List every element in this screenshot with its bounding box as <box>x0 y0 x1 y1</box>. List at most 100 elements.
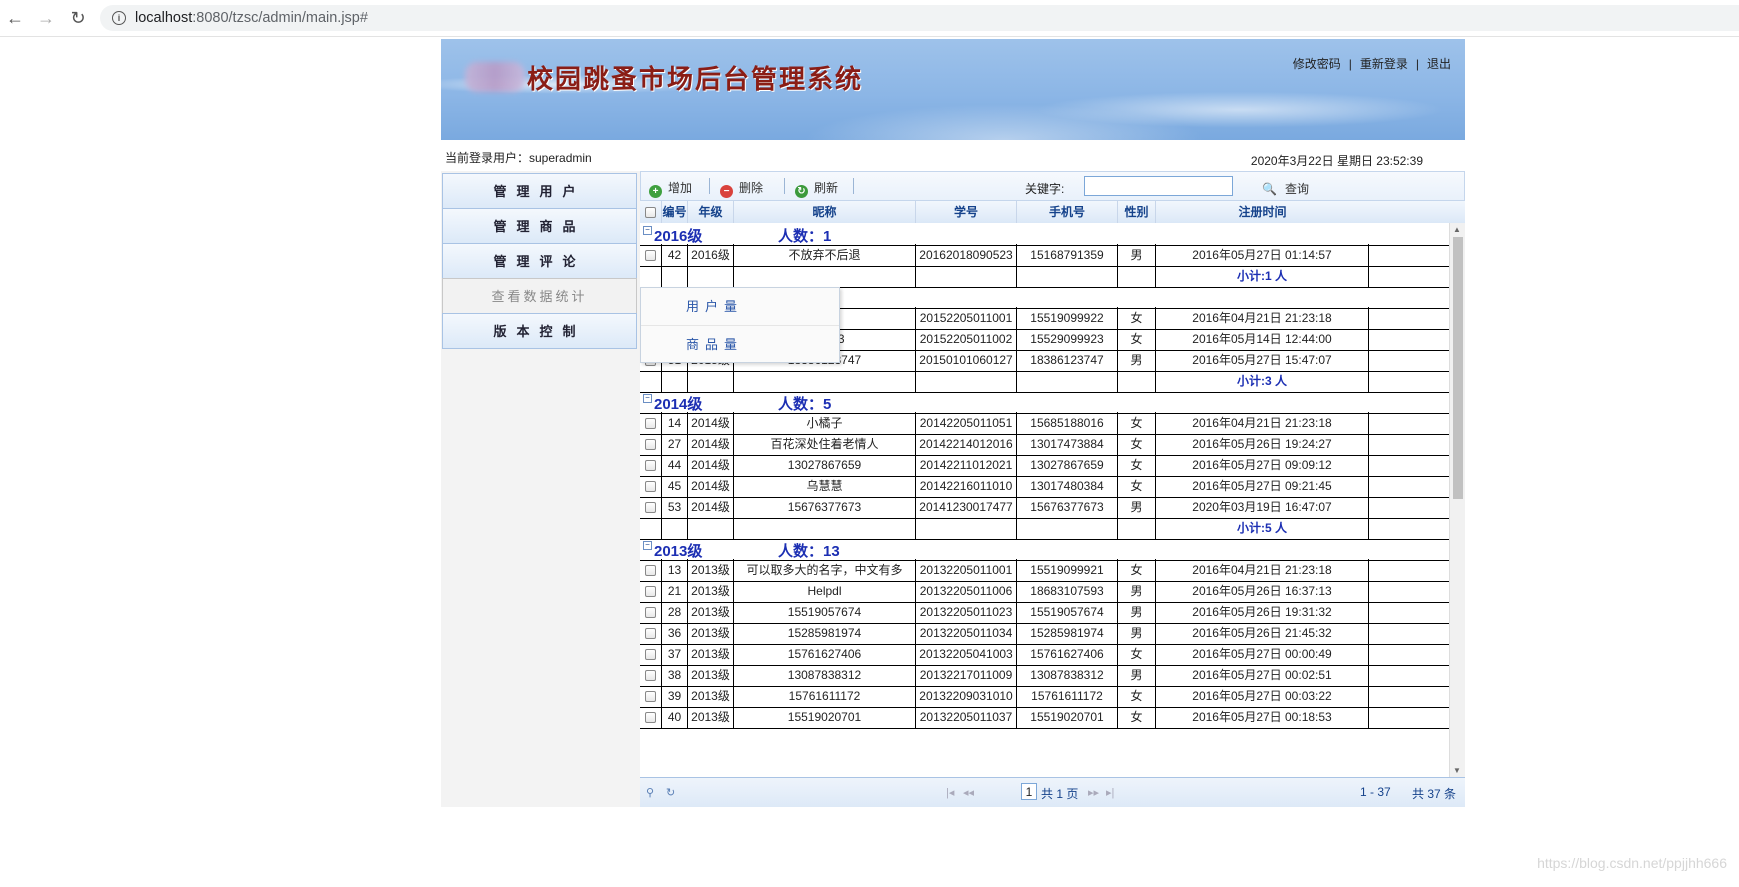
column-header[interactable]: 年级 <box>688 201 734 223</box>
table-cell: 2016级 <box>688 244 734 266</box>
checkbox-icon <box>645 439 656 451</box>
row-checkbox[interactable] <box>640 559 662 581</box>
first-page-icon[interactable]: |◂ <box>946 786 954 799</box>
search-icon[interactable]: ⚲ <box>646 786 654 799</box>
table-row[interactable]: 45 2014级 乌慧慧 20142216011010 13017480384 女 2016… <box>640 475 1449 498</box>
row-checkbox[interactable] <box>640 496 662 518</box>
sidebar-item-version-control[interactable]: 版本控制 <box>442 313 637 349</box>
submenu-item-goods-count[interactable]: 商品量 <box>641 326 839 363</box>
table-cell: 42 <box>662 244 688 266</box>
collapse-icon[interactable]: − <box>643 394 652 403</box>
row-checkbox[interactable] <box>640 580 662 602</box>
scroll-down-icon[interactable]: ▼ <box>1453 766 1461 775</box>
add-button[interactable]: + 增加 <box>649 179 692 198</box>
submenu-item-user-count[interactable]: 用户量 <box>641 288 839 326</box>
row-checkbox[interactable] <box>640 664 662 686</box>
collapse-icon[interactable]: − <box>643 226 652 235</box>
page-number-input[interactable]: 1 <box>1021 783 1037 800</box>
sidebar-item-statistics[interactable]: 查看数据统计 <box>442 278 637 314</box>
collapse-icon[interactable]: − <box>643 541 652 550</box>
search-button[interactable]: 🔍 查询 <box>1262 180 1309 197</box>
url-text[interactable]: localhost:8080/tzsc/admin/main.jsp# <box>135 10 368 26</box>
table-row[interactable]: 13 2013级 可以取多大的名字，中文有多 20132205011001 155190… <box>640 559 1449 582</box>
row-checkbox[interactable] <box>640 412 662 434</box>
next-page-icon[interactable]: ▸▸ <box>1088 786 1099 799</box>
table-row[interactable]: 36 2013级 15285981974 20132205011034 15285981… <box>640 622 1449 645</box>
table-row[interactable]: 21 2013级 Helpdl 20132205011006 18683107593 男 2… <box>640 580 1449 603</box>
table-cell: 2013级 <box>688 580 734 602</box>
group-header-row[interactable]: −2014级 人数：5 <box>640 391 1449 414</box>
group-header-row[interactable]: −2013级 人数：13 <box>640 538 1449 561</box>
subtotal-row: 小计:5 人 <box>640 517 1449 540</box>
row-checkbox[interactable] <box>640 622 662 644</box>
reload-icon[interactable]: ↻ <box>69 9 87 27</box>
table-row[interactable]: 42 2016级 不放弃不后退 20162018090523 15168791359 男 2… <box>640 244 1449 267</box>
column-header[interactable]: 昵称 <box>734 201 916 223</box>
group-header-row[interactable]: −2016级 人数：1 <box>640 223 1449 246</box>
table-row[interactable]: 53 2014级 15676377673 20141230017477 15676377… <box>640 496 1449 519</box>
row-checkbox[interactable] <box>640 601 662 623</box>
table-cell: 27 <box>662 433 688 455</box>
table-cell: 15519099921 <box>1017 559 1118 581</box>
table-row[interactable]: 14 2014级 小橘子 20142205011051 15685188016 女 2016… <box>640 412 1449 435</box>
refresh-icon[interactable]: ↻ <box>666 786 675 799</box>
main-panel: + 增加 − 删除 ↻ 刷新 关键字: 🔍 查询 编号 年级 昵称 学号 手机号 性别 … <box>640 171 1465 807</box>
relogin-link[interactable]: 重新登录 <box>1360 57 1408 71</box>
column-header[interactable]: 性别 <box>1118 201 1156 223</box>
sidebar-item-manage-goods[interactable]: 管理商品 <box>442 208 637 244</box>
table-row[interactable]: 27 2014级 百花深处住着老情人 20142214012016 1301747388… <box>640 433 1449 456</box>
table-cell: 20132205011037 <box>916 706 1017 728</box>
table-row[interactable]: 44 2014级 13027867659 20142211012021 13027867… <box>640 454 1449 477</box>
scrollbar-thumb[interactable] <box>1453 237 1463 499</box>
column-header[interactable]: 学号 <box>916 201 1017 223</box>
sidebar-item-manage-users[interactable]: 管理用户 <box>442 173 637 209</box>
vertical-scrollbar[interactable]: ▲ ▼ <box>1449 223 1465 777</box>
checkbox-icon <box>645 628 656 640</box>
table-cell: 20152205011001 <box>916 307 1017 329</box>
admin-app: 校园跳蚤市场后台管理系统 修改密码 | 重新登录 | 退出 当前登录用户：superad… <box>441 39 1465 807</box>
prev-page-icon[interactable]: ◂◂ <box>963 786 974 799</box>
row-checkbox[interactable] <box>640 454 662 476</box>
table-cell: 女 <box>1118 454 1156 476</box>
scroll-up-icon[interactable]: ▲ <box>1453 225 1461 234</box>
refresh-button[interactable]: ↻ 刷新 <box>795 179 838 198</box>
column-header[interactable]: 手机号 <box>1017 201 1118 223</box>
info-icon[interactable]: i <box>112 11 126 25</box>
table-cell: 15285981974 <box>734 622 916 644</box>
table-cell: 15676377673 <box>1017 496 1118 518</box>
group-title: 2014级 <box>654 396 703 413</box>
table-cell: 15676377673 <box>734 496 916 518</box>
column-header[interactable]: 编号 <box>662 201 688 223</box>
last-page-icon[interactable]: ▸| <box>1106 786 1114 799</box>
row-checkbox[interactable] <box>640 475 662 497</box>
table-cell: 男 <box>1118 664 1156 686</box>
table-cell: 20132217011009 <box>916 664 1017 686</box>
forward-arrow-icon[interactable]: → <box>37 9 55 27</box>
delete-button[interactable]: − 删除 <box>720 179 763 198</box>
table-row[interactable]: 37 2013级 15761627406 20132205041003 15761627… <box>640 643 1449 666</box>
table-row[interactable]: 39 2013级 15761611172 20132209031010 15761611… <box>640 685 1449 708</box>
select-all-checkbox[interactable] <box>640 201 662 223</box>
keyword-input[interactable] <box>1084 176 1233 196</box>
row-checkbox[interactable] <box>640 706 662 728</box>
table-row[interactable]: 28 2013级 15519057674 20132205011023 15519057… <box>640 601 1449 624</box>
row-checkbox[interactable] <box>640 244 662 266</box>
column-header[interactable]: 注册时间 <box>1156 201 1369 223</box>
table-cell: 36 <box>662 622 688 644</box>
change-password-link[interactable]: 修改密码 <box>1293 57 1341 71</box>
sidebar: 管理用户 管理商品 管理评论 查看数据统计 版本控制 <box>441 171 641 807</box>
table-cell <box>1017 265 1118 287</box>
logout-link[interactable]: 退出 <box>1427 57 1451 71</box>
row-checkbox[interactable] <box>640 643 662 665</box>
row-checkbox[interactable] <box>640 433 662 455</box>
table-cell <box>688 265 734 287</box>
table-row[interactable]: 38 2013级 13087838312 20132217011009 13087838… <box>640 664 1449 687</box>
table-row[interactable]: 40 2013级 15519020701 20132205011037 15519020… <box>640 706 1449 729</box>
table-cell: 13027867659 <box>734 454 916 476</box>
sidebar-item-manage-comments[interactable]: 管理评论 <box>442 243 637 279</box>
back-arrow-icon[interactable]: ← <box>6 9 24 27</box>
table-cell: 女 <box>1118 685 1156 707</box>
row-checkbox[interactable] <box>640 685 662 707</box>
table-cell: 不放弃不后退 <box>734 244 916 266</box>
table-cell: 2016年05月26日 19:24:27 <box>1156 433 1369 455</box>
